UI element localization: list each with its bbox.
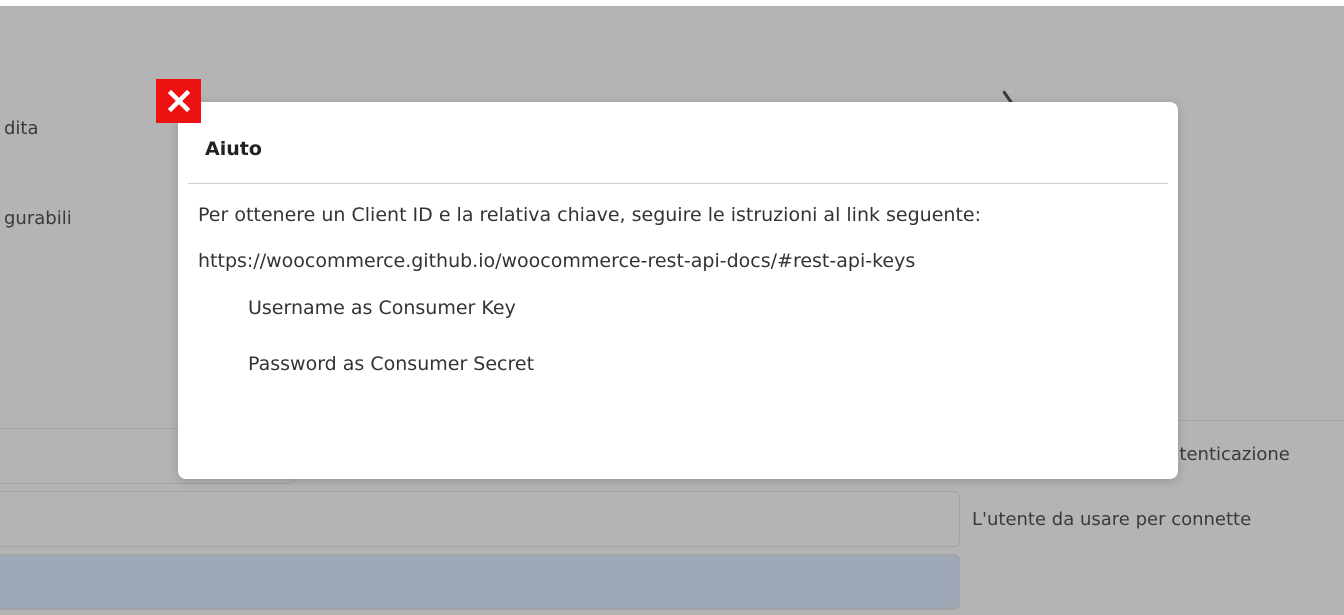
dialog-title: Aiuto: [205, 138, 262, 160]
bg-label-autenticazione: utenticazione: [1168, 444, 1290, 465]
close-icon: [167, 89, 190, 113]
dialog-body: Per ottenere un Client ID e la relativa …: [198, 198, 1128, 381]
list-item-username: Username as Consumer Key: [248, 297, 516, 319]
close-button[interactable]: [156, 79, 201, 123]
bg-label-dita: dita: [4, 118, 39, 139]
bg-username-input[interactable]: [0, 491, 960, 547]
bg-label-gurabili: gurabili: [4, 208, 72, 229]
top-strip: [0, 0, 1344, 6]
bg-password-input[interactable]: [0, 554, 960, 610]
instruction-text: Per ottenere un Client ID e la relativa …: [198, 204, 981, 226]
list-item-password: Password as Consumer Secret: [248, 353, 535, 375]
api-docs-link[interactable]: https://woocommerce.github.io/woocommerc…: [198, 244, 1128, 278]
help-dialog: Aiuto Per ottenere un Client ID e la rel…: [178, 102, 1178, 479]
bg-label-user-description: L'utente da usare per connette: [972, 509, 1252, 530]
dialog-divider: [188, 183, 1168, 184]
